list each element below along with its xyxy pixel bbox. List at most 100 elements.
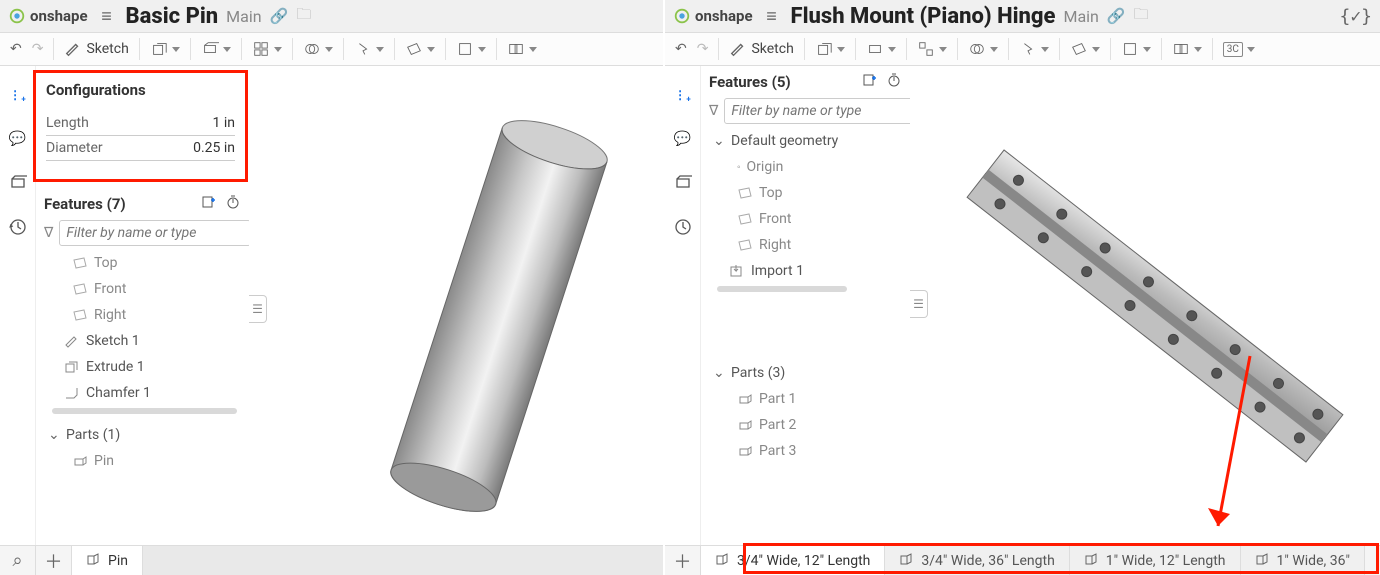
sketch-button[interactable]: Sketch <box>60 35 132 63</box>
link-icon[interactable]: 🔗 <box>270 7 289 25</box>
add-feature-icon[interactable]: ⋮₊ <box>7 84 29 106</box>
tool-c[interactable] <box>1117 35 1155 63</box>
badge-3c[interactable]: 3C <box>1219 35 1259 63</box>
transform-button[interactable] <box>350 35 388 63</box>
history-icon[interactable] <box>7 216 29 238</box>
left-rail: ⋮₊ 💬 <box>0 66 36 545</box>
brand-text: onshape <box>695 7 753 25</box>
feature-chamfer[interactable]: Chamfer 1 <box>44 380 245 406</box>
part-pin[interactable]: Pin <box>44 448 245 474</box>
part-3[interactable]: Part 3 <box>709 438 906 464</box>
plane-front[interactable]: Front <box>709 206 906 232</box>
revolve-button[interactable] <box>862 35 900 63</box>
feature-import[interactable]: Import 1 <box>709 258 906 284</box>
workspace-label: Main <box>1063 7 1098 26</box>
redo-button[interactable]: ↷ <box>693 35 713 63</box>
add-feature-icon[interactable] <box>862 72 878 92</box>
extrude-button[interactable] <box>811 35 849 63</box>
features-header: Features (7) <box>36 188 249 216</box>
brand-text: onshape <box>30 7 88 25</box>
boolean-button[interactable] <box>299 35 337 63</box>
add-tab-button[interactable]: ＋ <box>665 546 701 575</box>
panel-collapse-handle[interactable]: ☰ <box>249 295 267 323</box>
plane-button[interactable] <box>1066 35 1104 63</box>
part-studio-icon <box>715 552 731 570</box>
undo-button[interactable]: ↶ <box>671 35 691 63</box>
link-icon[interactable]: 🔗 <box>1107 7 1126 25</box>
filter-input[interactable] <box>724 98 916 124</box>
viewport[interactable] <box>249 66 663 545</box>
extrude-button[interactable] <box>146 35 184 63</box>
stopwatch-icon[interactable] <box>886 72 902 92</box>
add-tab-button[interactable]: ＋ <box>36 546 72 575</box>
hamburger-icon[interactable]: ≡ <box>761 5 783 27</box>
boolean-button[interactable] <box>964 35 1002 63</box>
undo-button[interactable]: ↶ <box>6 35 26 63</box>
plane-top[interactable]: Top <box>709 180 906 206</box>
transform-button[interactable] <box>1015 35 1053 63</box>
tool-button-b[interactable] <box>503 35 541 63</box>
left-rail: ⋮₊ 💬 <box>665 66 701 545</box>
filter-icon[interactable]: ∇ <box>44 225 53 241</box>
braces-icon[interactable]: {✓} <box>1339 6 1372 27</box>
folder-icon[interactable]: 🗀 <box>296 4 311 29</box>
add-feature-icon[interactable]: ⋮₊ <box>672 84 694 106</box>
folder-icon[interactable]: 🗀 <box>1134 4 1149 29</box>
workspace-label: Main <box>226 7 261 26</box>
toolbar: ↶ ↷ Sketch <box>0 32 663 66</box>
config-row-diameter[interactable]: Diameter 0.25 in <box>46 136 235 161</box>
feature-tree: Top Front Right Sketch 1 Extrude 1 Chamf… <box>36 250 249 478</box>
fillet-button[interactable] <box>248 35 286 63</box>
sketch-button[interactable]: Sketch <box>725 35 797 63</box>
part-studio-icon <box>86 552 102 570</box>
plane-button[interactable] <box>401 35 439 63</box>
origin[interactable]: ◦Origin <box>709 154 906 180</box>
fillet-button[interactable] <box>913 35 951 63</box>
annotation-highlight <box>743 543 1379 574</box>
redo-button[interactable]: ↷ <box>28 35 48 63</box>
logo: onshape <box>8 7 88 25</box>
default-geometry[interactable]: ⌄Default geometry <box>709 128 906 154</box>
part-1[interactable]: Part 1 <box>709 386 906 412</box>
configurations-panel: Configurations Length 1 in Diameter 0.25… <box>33 70 248 182</box>
tab-pin[interactable]: Pin <box>72 546 143 575</box>
search-tabs-icon[interactable]: ⌕ <box>0 546 36 575</box>
revolve-button[interactable] <box>197 35 235 63</box>
logo-icon <box>8 7 26 25</box>
header: onshape ≡ Flush Mount (Piano) Hinge Main… <box>665 0 1380 32</box>
versions-icon[interactable] <box>672 172 694 194</box>
part-2[interactable]: Part 2 <box>709 412 906 438</box>
panel-collapse-handle[interactable]: ☰ <box>910 290 928 318</box>
scroll-indicator <box>52 408 237 414</box>
header: onshape ≡ Basic Pin Main 🔗 🗀 <box>0 0 663 32</box>
add-feature-icon[interactable] <box>201 194 217 214</box>
comments-icon[interactable]: 💬 <box>7 128 29 150</box>
feature-sketch[interactable]: Sketch 1 <box>44 328 245 354</box>
tool-button-a[interactable] <box>452 35 490 63</box>
comments-icon[interactable]: 💬 <box>672 128 694 150</box>
versions-icon[interactable] <box>7 172 29 194</box>
filter-row: ∇ <box>36 216 249 250</box>
feature-panel: Configurations Length 1 in Diameter 0.25… <box>36 66 249 545</box>
plane-right[interactable]: Right <box>44 302 245 328</box>
config-row-length[interactable]: Length 1 in <box>46 111 235 136</box>
scroll-indicator <box>717 286 847 292</box>
plane-right[interactable]: Right <box>709 232 906 258</box>
plane-front[interactable]: Front <box>44 276 245 302</box>
plane-top[interactable]: Top <box>44 250 245 276</box>
viewport[interactable] <box>910 66 1380 545</box>
features-header: Features (5) <box>701 66 910 94</box>
filter-icon[interactable]: ∇ <box>709 103 718 119</box>
feature-extrude[interactable]: Extrude 1 <box>44 354 245 380</box>
parts-header[interactable]: ⌄Parts (3) <box>709 360 906 386</box>
parts-header[interactable]: ⌄Parts (1) <box>44 422 245 448</box>
toolbar: ↶ ↷ Sketch 3C <box>665 32 1380 66</box>
history-icon[interactable] <box>672 216 694 238</box>
configurations-title: Configurations <box>46 81 235 99</box>
stopwatch-icon[interactable] <box>225 194 241 214</box>
tool-d[interactable] <box>1168 35 1206 63</box>
annotation-arrow <box>1200 346 1260 545</box>
hamburger-icon[interactable]: ≡ <box>96 5 118 27</box>
filter-input[interactable] <box>59 220 251 246</box>
document-title: Flush Mount (Piano) Hinge <box>791 4 1056 29</box>
